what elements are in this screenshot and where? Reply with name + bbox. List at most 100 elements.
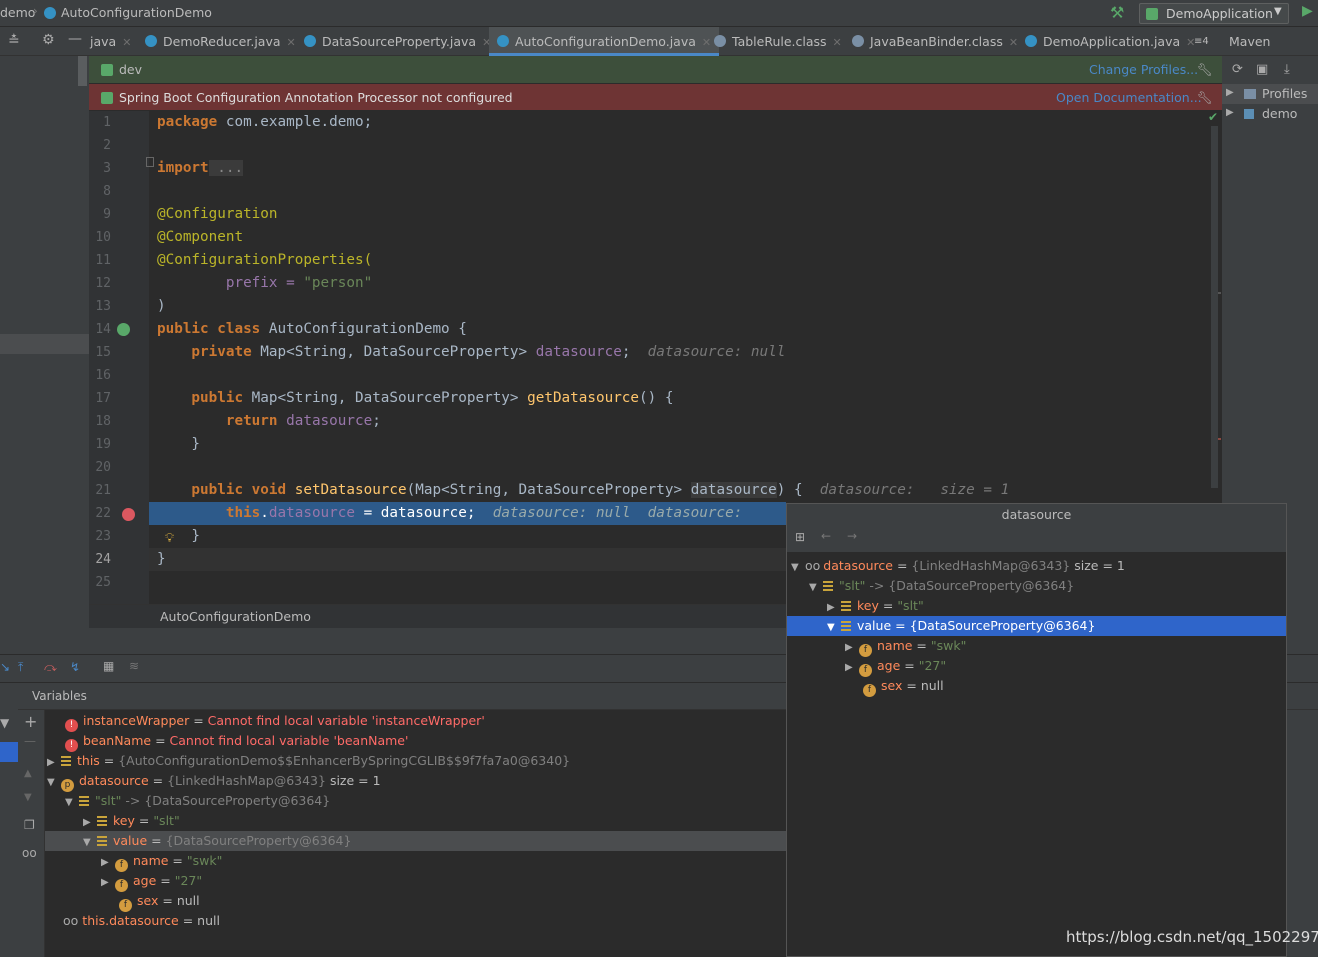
expand-arrow-icon[interactable]: ▶ (1226, 87, 1234, 98)
expand-arrow-icon[interactable]: ▶ (845, 658, 859, 678)
close-icon[interactable]: ✕ (122, 36, 131, 49)
variable-row[interactable]: f sex = null (119, 891, 200, 912)
step-out-icon[interactable]: ⤒ (18, 660, 23, 675)
variables-tree[interactable]: ! instanceWrapper = Cannot find local var… (45, 710, 786, 957)
popup-row[interactable]: ▼ oo datasource = {LinkedHashMap@6343} siz… (787, 556, 1286, 576)
variable-value: "slt" (897, 598, 924, 613)
tab-demo-application[interactable]: DemoApplication.java ✕ (1025, 27, 1195, 56)
string-literal: "person" (303, 275, 373, 291)
line-number: 18 (95, 414, 111, 429)
refresh-icon[interactable]: ⟳ (1232, 62, 1243, 77)
wrench-icon[interactable]: 🔧︎ (1197, 56, 1213, 83)
open-documentation-link[interactable]: Open Documentation... (1056, 84, 1202, 111)
popup-row[interactable]: ▶ f age = "27" (787, 656, 1286, 678)
collapse-arrow-icon[interactable]: ▼ (827, 618, 841, 638)
change-profiles-link[interactable]: Change Profiles... (1089, 56, 1198, 83)
expand-arrow-icon[interactable]: ▶ (101, 853, 115, 873)
build-hammer-icon[interactable]: ⚒ (1110, 3, 1124, 22)
add-folder-icon[interactable]: ▣ (1256, 62, 1268, 77)
variable-name: datasource (79, 773, 149, 788)
move-up-icon[interactable]: ▲ (24, 768, 32, 779)
variable-row-selected[interactable]: ▼ value = {DataSourceProperty@6364} (45, 831, 786, 851)
inline-value-popup[interactable]: datasource ⊞ ← → ▼ oo datasource = {Linked… (786, 503, 1287, 957)
line-number: 19 (95, 437, 111, 452)
expand-arrow-icon[interactable]: ▶ (47, 753, 61, 773)
copy-icon[interactable]: ❐ (24, 818, 35, 832)
code-line: public void setDatasource(Map<String, Da… (157, 479, 1009, 502)
variable-row[interactable]: ▼ "slt" -> {DataSourceProperty@6364} (65, 791, 330, 811)
back-arrow-icon[interactable]: ← (821, 529, 831, 543)
variable-row[interactable]: ▼ p datasource = {LinkedHashMap@6343} size… (47, 771, 381, 793)
variable-row[interactable]: ! instanceWrapper = Cannot find local var… (65, 711, 485, 732)
maven-item-demo[interactable]: ▶ demo (1222, 104, 1318, 124)
variable-row[interactable]: ▶ key = "slt" (83, 811, 180, 831)
collapse-arrow-icon[interactable]: ▼ (809, 578, 823, 598)
minimize-icon[interactable]: — (68, 31, 82, 47)
gear-icon[interactable]: ⚙ (42, 32, 55, 48)
close-icon[interactable]: ✕ (833, 36, 842, 49)
variable-eq: = (902, 678, 921, 693)
popup-row[interactable]: ▼ "slt" -> {DataSourceProperty@6364} (787, 576, 1286, 596)
selected-frame[interactable] (0, 742, 18, 762)
close-icon[interactable]: ✕ (702, 36, 711, 49)
fold-icon[interactable] (146, 157, 154, 167)
breakpoint-icon[interactable] (122, 508, 135, 521)
expand-arrow-icon[interactable]: ▶ (83, 813, 97, 833)
close-icon[interactable]: ✕ (287, 36, 296, 49)
variable-row[interactable]: ▶ f age = "27" (101, 871, 202, 893)
tab-table-rule[interactable]: TableRule.class ✕ (714, 27, 842, 56)
tab-datasource-property[interactable]: DataSourceProperty.java ✕ (304, 27, 491, 56)
add-watch-icon[interactable]: + (24, 712, 37, 731)
tree-icon[interactable]: ⊞ (795, 530, 805, 544)
breadcrumb-separator: › (33, 4, 38, 18)
close-icon[interactable]: ✕ (1009, 36, 1018, 49)
watches-icon[interactable]: oo (22, 846, 37, 860)
expand-arrow-icon[interactable]: ▶ (101, 873, 115, 893)
file-breadcrumb[interactable]: AutoConfigurationDemo (61, 5, 212, 20)
tab-demo-reducer[interactable]: DemoReducer.java ✕ (145, 27, 296, 56)
popup-row[interactable]: f sex = null (787, 676, 1286, 697)
wrench-icon[interactable]: 🔧︎ (1197, 84, 1213, 111)
forward-arrow-icon[interactable]: → (847, 529, 857, 543)
tab-auto-configuration-demo[interactable]: AutoConfigurationDemo.java ✕ (489, 27, 720, 56)
move-down-icon[interactable]: ▼ (24, 792, 32, 803)
trace-icon[interactable]: ≋ (129, 659, 139, 673)
popup-row[interactable]: ▶ f name = "swk" (787, 636, 1286, 658)
maven-item-profiles[interactable]: ▶ Profiles (1222, 84, 1318, 104)
download-icon[interactable]: ⤓ (1284, 62, 1290, 77)
collapse-arrow-icon[interactable]: ▼ (791, 558, 805, 578)
collapse-arrow-icon[interactable]: ▼ (83, 833, 97, 853)
expand-arrow-icon[interactable]: ▶ (845, 638, 859, 658)
expand-arrow-icon[interactable]: ▶ (1226, 107, 1234, 118)
popup-row-selected[interactable]: ▼ value = {DataSourceProperty@6364} (787, 616, 1286, 636)
run-config-select[interactable]: DemoApplication ▼ (1139, 3, 1289, 24)
expand-arrow-icon[interactable]: ▶ (827, 598, 841, 618)
parameter-name[interactable]: datasource (690, 482, 777, 498)
filter-icon[interactable]: ▼ (0, 716, 9, 730)
evaluate-icon[interactable]: ▦ (103, 659, 114, 673)
scrollbar-thumb[interactable] (1211, 126, 1218, 488)
watch-row[interactable]: oo this.datasource = null (63, 911, 220, 931)
step-over-icon[interactable]: ↘ (0, 660, 10, 674)
spring-bean-icon[interactable] (117, 323, 130, 336)
variable-name: sex (881, 678, 903, 693)
tab-java[interactable]: java ✕ (90, 27, 131, 56)
collapse-arrow-icon[interactable]: ▼ (65, 793, 79, 813)
run-to-cursor-icon[interactable]: ↯ (70, 660, 80, 674)
project-name[interactable]: demo (0, 5, 35, 20)
popup-row[interactable]: ▶ key = "slt" (787, 596, 1286, 616)
collapse-arrow-icon[interactable]: ▼ (47, 773, 61, 793)
folded-imports[interactable]: ... (208, 160, 244, 176)
code-text: Map<String, DataSourceProperty> (243, 390, 528, 406)
tab-java-bean-binder[interactable]: JavaBeanBinder.class ✕ (852, 27, 1018, 56)
collapse-icon[interactable]: ≛ (8, 33, 20, 49)
scrollbar-thumb[interactable] (78, 56, 87, 86)
tab-overflow[interactable]: ≡4 (1194, 27, 1209, 56)
variable-row[interactable]: ! beanName = Cannot find local variable '… (65, 731, 408, 752)
run-icon[interactable]: ▶ (1302, 3, 1313, 19)
drop-frame-icon[interactable]: ⤼ (44, 660, 57, 675)
variable-row[interactable]: ▶ this = {AutoConfigurationDemo$$Enhancer… (47, 751, 570, 771)
breadcrumb-item[interactable]: AutoConfigurationDemo (160, 609, 311, 624)
variable-row[interactable]: ▶ f name = "swk" (101, 851, 222, 873)
remove-watch-icon[interactable]: — (24, 734, 36, 748)
